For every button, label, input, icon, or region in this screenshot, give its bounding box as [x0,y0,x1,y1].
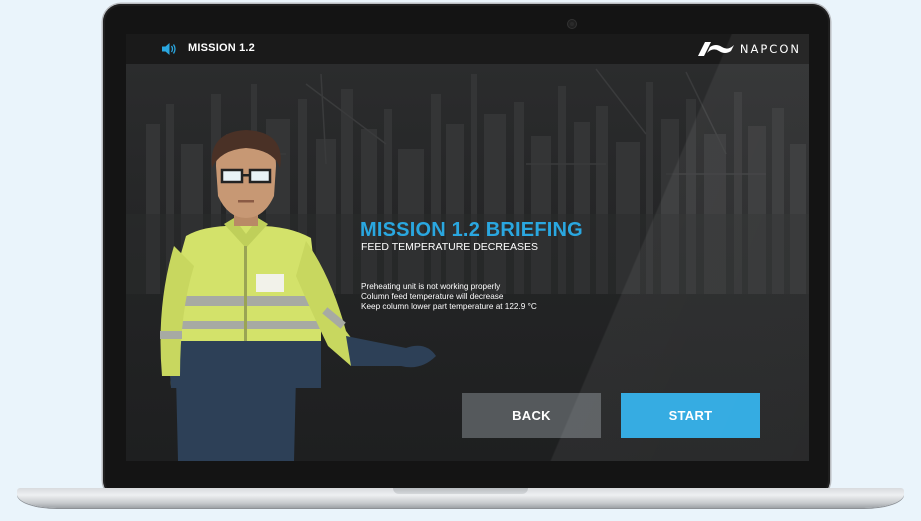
back-button[interactable]: BACK [462,393,601,438]
webcam [568,20,576,28]
briefing-line: Preheating unit is not working properly [361,282,501,291]
brand-name: NAPCON [739,42,801,56]
briefing-subtitle: FEED TEMPERATURE DECREASES [361,241,538,253]
briefing-line: Keep column lower part temperature at 12… [361,302,537,311]
app-screen: MISSION 1.2 NAPCON MISSION 1.2 BRIEFING … [126,34,809,461]
napcon-logo-icon [697,42,734,56]
page-background: MISSION 1.2 NAPCON MISSION 1.2 BRIEFING … [0,0,921,521]
brand: NAPCON [696,40,801,58]
mission-label: MISSION 1.2 [188,42,255,54]
speaker-icon[interactable] [161,41,177,57]
briefing-title: MISSION 1.2 BRIEFING [360,219,583,241]
laptop-notch [393,488,528,494]
top-bar: MISSION 1.2 NAPCON [126,34,809,64]
start-button[interactable]: START [621,393,760,438]
briefing-description: Preheating unit is not working properly … [361,282,537,312]
briefing-line: Column feed temperature will decrease [361,292,504,301]
